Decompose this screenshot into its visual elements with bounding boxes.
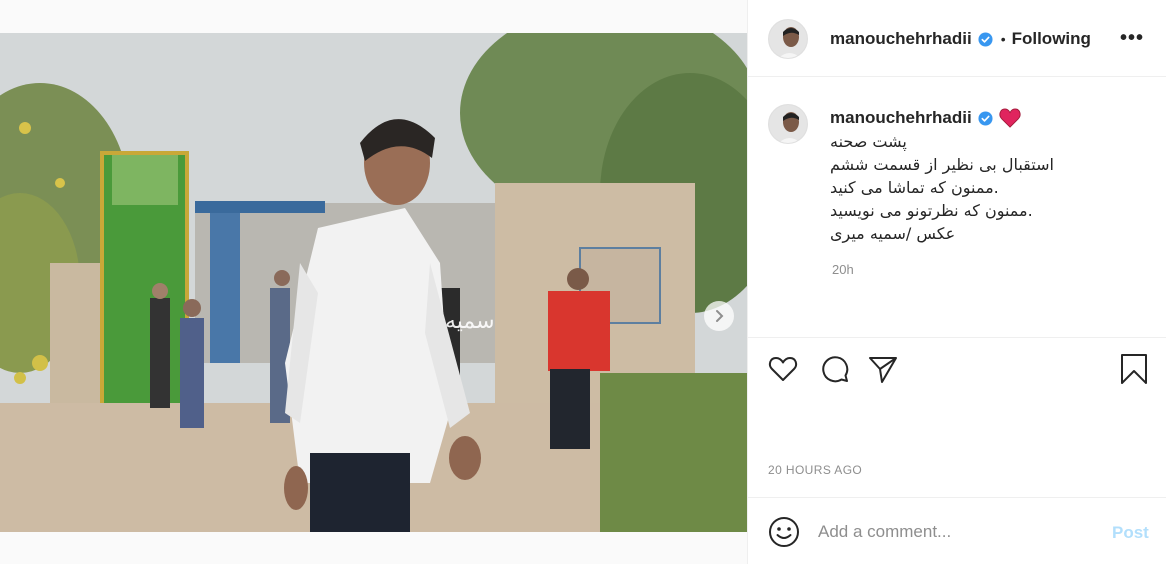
profile-photo [769,20,807,58]
heart-outline-icon[interactable] [767,353,799,385]
comment-bubble-icon[interactable] [818,353,850,385]
post-comment-button[interactable]: Post [1112,523,1149,543]
separator-dot: • [1000,31,1006,47]
post-image[interactable]: سمیه [0,33,747,532]
instagram-post: سمیه manouchehrhadii • Following ••• man… [0,0,1166,564]
behind-the-scenes-photo: سمیه [0,33,747,532]
caption-user-row: manouchehrhadii [830,108,1021,128]
post-timestamp[interactable]: 20 HOURS AGO [768,463,862,477]
caption-line: استقبال بی نظیر از قسمت ششم [830,155,1054,174]
caption-text: پشت صحنه استقبال بی نظیر از قسمت ششم ممن… [830,130,1140,245]
post-header: manouchehrhadii • Following ••• [748,0,1166,77]
caption-line: پشت صحنه [830,132,907,151]
avatar[interactable] [768,19,808,59]
caption-username-link[interactable]: manouchehrhadii [830,108,972,128]
verified-badge-icon [978,31,993,47]
svg-text:سمیه: سمیه [445,309,495,334]
post-sidebar: manouchehrhadii • Following ••• manouche… [747,0,1166,564]
caption-line: ممنون که تماشا می کنید. [830,178,999,197]
verified-badge-icon [978,110,993,126]
red-heart-icon [999,108,1021,128]
comment-form: Post [748,497,1166,564]
profile-photo [769,105,807,143]
divider [748,337,1166,338]
bottom-background [0,532,747,564]
caption-line: ممنون که نظرتونو می نویسید. [830,201,1033,220]
caption-avatar[interactable] [768,104,808,144]
following-button[interactable]: Following [1012,29,1091,49]
top-background [0,0,747,33]
more-options-icon[interactable]: ••• [1120,28,1144,48]
chevron-right-icon [716,310,724,322]
next-image-button[interactable] [704,301,734,331]
paper-plane-icon[interactable] [867,353,899,385]
comment-input[interactable] [818,520,1098,544]
username-link[interactable]: manouchehrhadii [830,29,972,49]
caption-time[interactable]: 20h [832,262,854,277]
emoji-smiley-icon[interactable] [768,516,800,548]
bookmark-icon[interactable] [1118,353,1150,385]
caption-line: عکس /سمیه میری [830,224,956,243]
header-user-row: manouchehrhadii • Following [830,29,1091,49]
